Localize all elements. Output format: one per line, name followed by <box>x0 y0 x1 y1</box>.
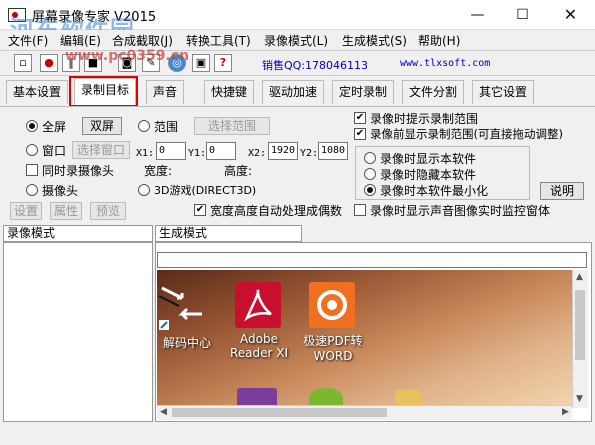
x1-label: X1: <box>136 148 155 159</box>
menu-file[interactable]: 文件(F) <box>8 32 48 49</box>
menu-edit[interactable]: 编辑(E) <box>60 32 101 49</box>
sound-monitor-label: 录像时显示声音图像实时监控窗体 <box>370 204 551 218</box>
preview-button[interactable]: 预览 <box>90 202 126 220</box>
even-dims-label: 宽度高度自动处理成偶数 <box>210 204 343 218</box>
show-range-hint-label: 录像时提示录制范围 <box>370 112 479 126</box>
adobe-reader-label: Adobe Reader XI <box>229 332 289 360</box>
minimize-software-label: 录像时本软件最小化 <box>380 184 489 198</box>
properties-button[interactable]: 属性 <box>50 202 82 220</box>
y2-label: Y2: <box>300 148 319 159</box>
maximize-button[interactable]: ☐ <box>500 0 545 30</box>
decode-center-label: 解码中心 <box>162 336 211 350</box>
tab-basic-settings[interactable]: 基本设置 <box>6 80 69 104</box>
menu-bar: 文件(F) 编辑(E) 合成截取(J) 转换工具(T) 录像模式(L) 生成模式… <box>0 30 595 50</box>
show-range-before-checkbox[interactable]: ✔ <box>354 128 366 140</box>
radio-show-software[interactable] <box>364 152 376 164</box>
hide-software-label: 录像时隐藏本软件 <box>380 168 477 182</box>
radio-hide-software[interactable] <box>364 168 376 180</box>
tab-sound[interactable]: 声音 <box>146 80 185 104</box>
tab-hotkeys[interactable]: 快捷键 <box>204 80 255 104</box>
camera-also-checkbox[interactable] <box>26 164 38 176</box>
tab-driver-accel[interactable]: 驱动加速 <box>262 80 325 104</box>
scroll-up-arrow-icon[interactable]: ▲ <box>576 272 583 282</box>
radio-window[interactable] <box>26 144 38 156</box>
pdf-to-word-label: 极速PDF转 WORD <box>303 334 363 363</box>
show-software-label: 录像时显示本软件 <box>380 152 477 166</box>
show-range-hint-checkbox[interactable]: ✔ <box>354 112 366 124</box>
fullscreen-label: 全屏 <box>42 120 67 134</box>
y1-label: Y1: <box>188 148 207 159</box>
camera-also-label: 同时录摄像头 <box>42 164 115 178</box>
scroll-down-arrow-icon[interactable]: ▼ <box>576 394 583 404</box>
menu-convert[interactable]: 转换工具(T) <box>186 32 251 49</box>
progress-bar <box>157 252 587 268</box>
select-window-button[interactable]: 选择窗口 <box>72 141 130 159</box>
help-button[interactable]: 说明 <box>540 182 584 200</box>
scroll-left-arrow-icon[interactable]: ◀ <box>160 407 167 417</box>
radio-3d-game[interactable] <box>138 184 150 196</box>
record-icon[interactable]: ● <box>40 54 58 72</box>
x2-label: X2: <box>248 148 267 159</box>
watermark-url: www.pc0359.cn <box>65 48 190 64</box>
radio-camera[interactable] <box>26 184 38 196</box>
radio-minimize-software[interactable] <box>364 184 376 196</box>
show-range-before-label: 录像前显示录制范围(可直接拖动调整) <box>370 127 563 141</box>
sales-qq-text: 销售QQ:178046113 <box>262 59 369 72</box>
height-label: 高度: <box>224 164 253 178</box>
new-file-icon[interactable]: ▫ <box>14 54 32 72</box>
menu-generate-mode[interactable]: 生成模式(S) <box>342 32 407 49</box>
record-mode-pane <box>3 242 153 422</box>
camera-label: 摄像头 <box>42 184 79 198</box>
menu-compose[interactable]: 合成截取(J) <box>112 32 173 49</box>
tab-scheduled[interactable]: 定时录制 <box>332 80 395 104</box>
select-range-button[interactable]: 选择范围 <box>194 117 270 135</box>
y1-field[interactable]: 0 <box>206 142 236 160</box>
even-dims-checkbox[interactable]: ✔ <box>194 204 206 216</box>
game-label: 3D游戏(DIRECT3D) <box>154 184 257 197</box>
sound-monitor-checkbox[interactable] <box>354 204 366 216</box>
radio-range[interactable] <box>138 120 150 132</box>
scroll-right-arrow-icon[interactable]: ▶ <box>562 407 569 417</box>
window-label: 窗口 <box>42 144 67 158</box>
generate-mode-header[interactable]: 生成模式 <box>155 225 302 242</box>
horizontal-scroll-thumb[interactable] <box>172 408 387 417</box>
pdf-to-word-icon[interactable] <box>309 282 355 328</box>
menu-record-mode[interactable]: 录像模式(L) <box>264 32 328 49</box>
close-button[interactable]: ✕ <box>548 0 593 30</box>
x2-field[interactable]: 1920 <box>268 142 298 160</box>
tab-file-split[interactable]: 文件分割 <box>402 80 465 104</box>
width-label: 宽度: <box>144 164 173 178</box>
decode-center-icon[interactable] <box>157 284 217 334</box>
gift-icon[interactable]: ▣ <box>192 54 210 72</box>
settings-button[interactable]: 设置 <box>10 202 42 220</box>
dual-screen-button[interactable]: 双屏 <box>82 117 122 135</box>
help-icon[interactable]: ? <box>214 54 232 72</box>
x1-field[interactable]: 0 <box>156 142 186 160</box>
record-mode-header[interactable]: 录像模式 <box>3 225 153 242</box>
website-link[interactable]: www.tlxsoft.com <box>400 58 490 69</box>
adobe-reader-icon[interactable] <box>235 282 281 328</box>
vertical-scroll-thumb[interactable] <box>575 290 585 360</box>
tab-other-settings[interactable]: 其它设置 <box>472 80 535 104</box>
range-label: 范围 <box>154 120 179 134</box>
desktop-preview: 解码中心 Adobe Reader XI 极速PDF转 WORD <box>157 270 572 408</box>
minimize-button[interactable]: — <box>455 0 500 30</box>
tab-highlight-box <box>69 76 138 107</box>
y2-field[interactable]: 1080 <box>318 142 348 160</box>
menu-help[interactable]: 帮助(H) <box>418 32 460 49</box>
radio-fullscreen[interactable] <box>26 120 38 132</box>
